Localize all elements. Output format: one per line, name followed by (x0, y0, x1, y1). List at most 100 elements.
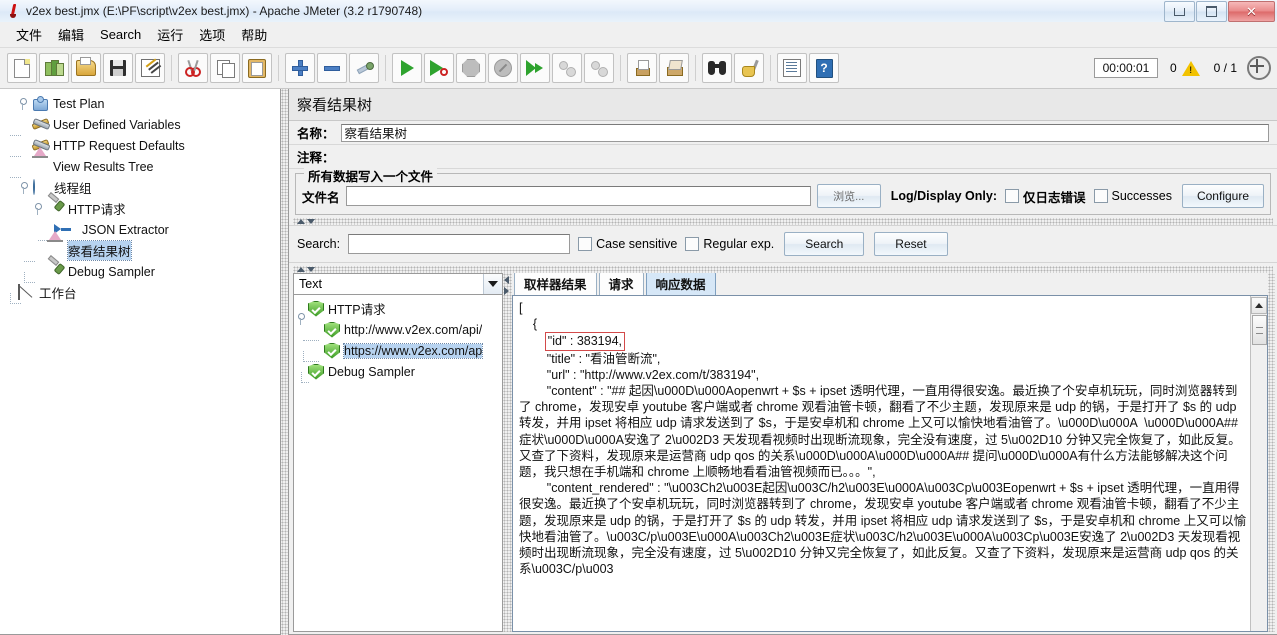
tree-node-workbench[interactable]: 工作台 (4, 282, 280, 304)
name-input[interactable]: 察看结果树 (340, 123, 1269, 142)
save-button[interactable] (103, 53, 133, 83)
configure-button[interactable]: Configure (1181, 184, 1264, 208)
successes-checkbox[interactable]: Successes (1093, 189, 1172, 203)
errors-only-checkbox[interactable]: 仅日志错误 (1005, 187, 1086, 206)
scroll-up-button[interactable] (1251, 297, 1267, 314)
search-button[interactable] (702, 53, 732, 83)
reset-search-button[interactable] (734, 53, 764, 83)
result-node-url-2[interactable]: https://www.v2ex.com/ap (298, 340, 502, 362)
maximize-icon (1206, 6, 1217, 17)
search-input[interactable] (348, 234, 571, 254)
tree-node-test-plan[interactable]: Test Plan (4, 93, 280, 114)
right-edge-splitter[interactable] (1268, 273, 1275, 632)
clear-all-button[interactable] (659, 53, 689, 83)
collapse-down-icon[interactable] (307, 219, 315, 224)
save-as-button[interactable] (135, 53, 165, 83)
checkbox-box-icon (1005, 189, 1019, 203)
horizontal-splitter[interactable] (293, 218, 1273, 225)
paste-button[interactable] (242, 53, 272, 83)
menu-help[interactable]: 帮助 (233, 22, 275, 47)
menu-options[interactable]: 选项 (191, 22, 233, 47)
result-node-url-1[interactable]: http://www.v2ex.com/api/ (298, 319, 502, 341)
tree-node-http-request[interactable]: HTTP请求 (4, 198, 280, 219)
splitter-left-arrow-icon[interactable] (504, 276, 509, 284)
menu-search[interactable]: Search (92, 24, 149, 45)
browse-button[interactable]: 浏览... (816, 184, 881, 208)
result-node-label: HTTP请求 (328, 303, 386, 317)
tab-sampler-result[interactable]: 取样器结果 (514, 270, 597, 295)
tree-node-label: HTTP Request Defaults (53, 138, 185, 153)
maximize-button[interactable] (1196, 1, 1227, 22)
tree-node-user-defined-variables[interactable]: User Defined Variables (4, 114, 280, 136)
tree-node-label: 察看结果树 (67, 240, 132, 261)
toggle-button[interactable] (349, 53, 379, 83)
open-button[interactable] (71, 53, 101, 83)
comment-input[interactable] (340, 147, 1269, 166)
warning-icon[interactable] (1181, 60, 1200, 76)
copy-button[interactable] (210, 53, 240, 83)
success-shield-icon (324, 321, 340, 338)
filename-input[interactable] (345, 186, 811, 206)
tree-node-json-extractor[interactable]: JSON Extractor (4, 219, 280, 241)
collapse-up-icon[interactable] (297, 267, 305, 272)
close-button[interactable]: ✕ (1228, 1, 1275, 22)
response-data-box[interactable]: [ { "id" : 383194, "title" : "看油管断流", "u… (512, 295, 1268, 632)
tree-node-label: Test Plan (53, 96, 105, 111)
new-button[interactable] (7, 53, 37, 83)
start-remote-all-button[interactable] (520, 53, 550, 83)
toggle-icon (356, 60, 374, 76)
menu-edit[interactable]: 编辑 (50, 22, 92, 47)
splitter-right-arrow-icon[interactable] (504, 287, 509, 295)
tree-node-debug-sampler[interactable]: Debug Sampler (4, 261, 280, 283)
expand-all-button[interactable] (285, 53, 315, 83)
start-button[interactable] (392, 53, 422, 83)
horizontal-splitter-2[interactable] (293, 266, 1273, 273)
test-plan-tree-panel[interactable]: Test Plan User Defined Variables HTTP Re… (0, 89, 281, 635)
chevron-down-icon[interactable] (483, 274, 502, 294)
renderer-select[interactable]: Text (293, 273, 503, 295)
regular-exp-checkbox[interactable]: Regular exp. (685, 237, 774, 251)
response-vertical-scrollbar[interactable] (1250, 296, 1267, 631)
collapse-down-icon[interactable] (307, 267, 315, 272)
window-title: v2ex best.jmx (E:\PF\script\v2ex best.jm… (26, 4, 423, 18)
menu-run[interactable]: 运行 (149, 22, 191, 47)
function-helper-button[interactable] (777, 53, 807, 83)
cut-button[interactable] (178, 53, 208, 83)
help-button[interactable] (809, 53, 839, 83)
vertical-splitter[interactable] (281, 89, 288, 635)
expand-handle-icon[interactable] (18, 97, 31, 110)
tree-node-label: 线程组 (54, 182, 92, 196)
jmeter-window: v2ex best.jmx (E:\PF\script\v2ex best.jm… (0, 0, 1277, 635)
tab-request[interactable]: 请求 (598, 270, 644, 295)
tree-node-thread-group[interactable]: 线程组 (4, 177, 280, 198)
case-sensitive-checkbox[interactable]: Case sensitive (578, 237, 677, 251)
results-list-panel: Text HTTP请求 http://www.v2ex.com/api/ htt… (293, 273, 503, 632)
minimize-button[interactable] (1164, 1, 1195, 22)
expand-handle-icon[interactable] (33, 202, 46, 215)
scrollbar-thumb[interactable] (1251, 315, 1267, 345)
comment-label: 注释： (297, 151, 335, 165)
toolbar-status: 00:00:01 0 0 / 1 (1093, 56, 1277, 80)
search-submit-button[interactable]: Search (784, 232, 865, 256)
tree-node-label: User Defined Variables (53, 117, 181, 132)
post-processor-icon (61, 222, 78, 238)
menu-file[interactable]: 文件 (8, 22, 50, 47)
response-data-text[interactable]: [ { "id" : 383194, "title" : "看油管断流", "u… (513, 296, 1250, 631)
results-splitter[interactable] (503, 273, 512, 632)
stop-icon (462, 59, 480, 77)
clear-button[interactable] (627, 53, 657, 83)
clipboard-icon (248, 58, 266, 78)
search-reset-button[interactable]: Reset (874, 232, 948, 256)
sample-results-tree[interactable]: HTTP请求 http://www.v2ex.com/api/ https://… (293, 295, 503, 632)
templates-button[interactable] (39, 53, 69, 83)
result-node-debug-sampler[interactable]: Debug Sampler (298, 361, 502, 383)
tree-node-view-results-tree-selected[interactable]: 察看结果树 (4, 240, 280, 262)
result-node-http-request[interactable]: HTTP请求 (298, 298, 502, 325)
collapse-all-button[interactable] (317, 53, 347, 83)
tab-response-data[interactable]: 响应数据 (645, 270, 716, 295)
tree-node-view-results-tree[interactable]: View Results Tree (4, 156, 280, 178)
start-no-pauses-button[interactable] (424, 53, 454, 83)
response-body: "title" : "看油管断流", "url" : "http://www.v… (519, 351, 1247, 577)
collapse-up-icon[interactable] (297, 219, 305, 224)
expand-handle-icon[interactable] (19, 181, 32, 194)
